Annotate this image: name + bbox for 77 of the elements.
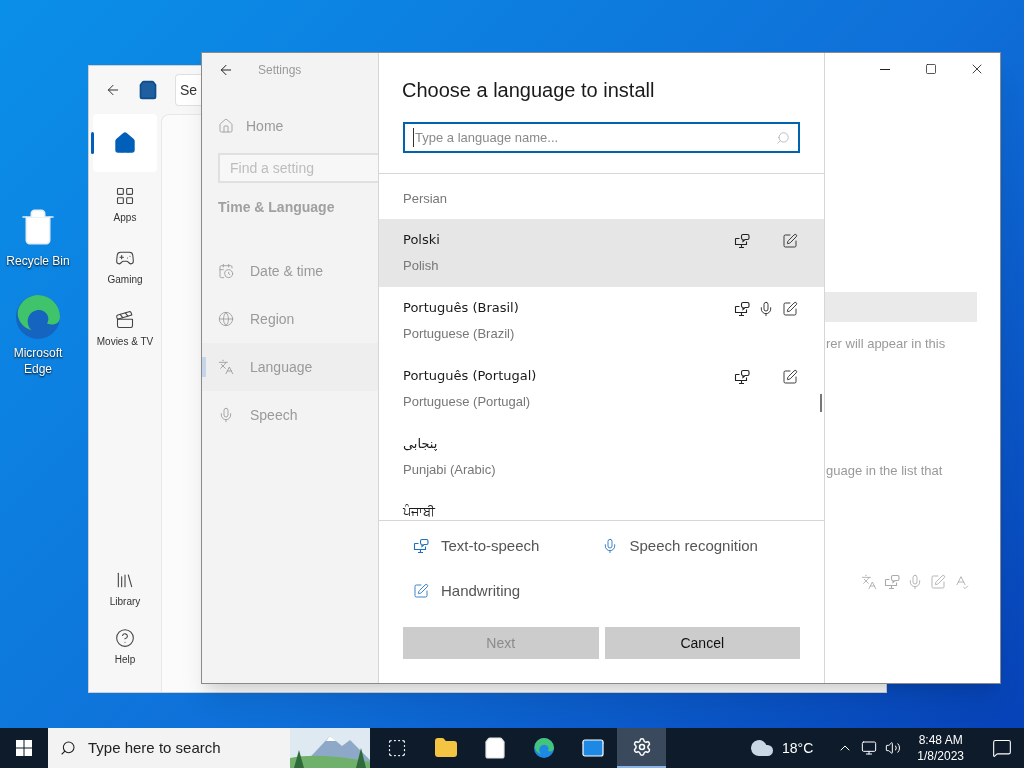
spell-check-icon — [953, 574, 969, 590]
clock[interactable]: 8:48 AM 1/8/2023 — [909, 732, 972, 764]
language-icon — [218, 359, 234, 375]
language-option[interactable]: ਪੰਜਾਬੀ — [379, 491, 824, 520]
nav-item[interactable]: Library — [93, 560, 157, 618]
legend-label: Text-to-speech — [441, 536, 540, 556]
language-native-name: پنجابی — [403, 435, 439, 452]
notifications-icon[interactable] — [992, 738, 1012, 758]
calendar-icon — [218, 263, 234, 279]
nav-item[interactable]: Gaming — [93, 238, 157, 296]
search-field[interactable]: Se — [175, 74, 201, 106]
edge-icon[interactable] — [531, 736, 556, 760]
volume-icon[interactable] — [885, 740, 902, 756]
language-native-name: Polski — [403, 231, 441, 248]
pen-icon — [930, 574, 946, 590]
description-text: guage in the list that — [825, 461, 944, 480]
weather-temperature: 18°C — [782, 739, 814, 758]
language-option[interactable]: Português (Portugal) Portuguese (Portugal) — [379, 355, 824, 423]
language-english-name: Persian — [403, 190, 449, 207]
pen-icon — [782, 233, 798, 249]
folder-icon[interactable] — [433, 736, 458, 760]
store-icon — [138, 80, 158, 100]
dialog-title: Choose a language to install — [401, 78, 656, 103]
search-icon — [776, 130, 790, 145]
text-to-speech-icon — [734, 233, 750, 249]
text-to-speech-icon — [734, 301, 750, 317]
microphone-icon — [758, 301, 774, 317]
language-english-name: Portuguese (Brazil) — [403, 325, 516, 342]
microphone-icon — [907, 574, 923, 590]
settings-icon[interactable] — [631, 737, 652, 757]
pen-icon — [782, 301, 798, 317]
legend-label: Speech recognition — [629, 536, 758, 556]
pen-icon — [782, 369, 798, 385]
section-heading: Time & Language — [218, 198, 336, 217]
language-icon — [861, 574, 877, 590]
task-view-icon[interactable] — [386, 738, 407, 758]
legend-label: Handwriting — [441, 580, 521, 601]
clapperboard-icon — [115, 309, 135, 330]
language-english-name: Polish — [403, 257, 440, 274]
home-icon — [218, 118, 234, 134]
store-icon[interactable] — [482, 736, 507, 760]
desktop-icon-label: Microsoft Edge — [12, 345, 64, 377]
home-icon — [113, 131, 137, 155]
text-to-speech-icon — [413, 538, 429, 555]
pen-icon — [413, 582, 429, 599]
microphone-icon — [218, 407, 234, 423]
nav-item[interactable]: Apps — [93, 176, 157, 234]
scrollbar-thumb[interactable] — [820, 394, 822, 412]
desktop-icon-label: Recycle Bin — [6, 253, 70, 269]
text-to-speech-icon — [734, 369, 750, 385]
globe-icon — [218, 311, 234, 327]
language-option[interactable]: Persian — [379, 174, 824, 219]
language-native-name: Português (Brasil) — [403, 299, 520, 316]
nav-item[interactable] — [93, 114, 157, 172]
nav-item[interactable]: Movies & TV — [93, 300, 157, 358]
language-search-field[interactable]: Type a language name... — [403, 122, 800, 153]
taskbar-app[interactable] — [617, 728, 666, 768]
language-english-name: Punjabi (Arabic) — [403, 461, 497, 478]
language-option[interactable]: Português (Brasil) Portuguese (Brazil) — [379, 287, 824, 355]
maximize-icon — [925, 63, 937, 75]
description-text: rer will appear in this — [825, 335, 947, 353]
help-icon — [115, 627, 135, 648]
mail-icon[interactable] — [580, 736, 605, 760]
network-icon[interactable] — [861, 740, 878, 756]
language-english-name: Portuguese (Portugal) — [403, 393, 532, 410]
language-native-name: Português (Portugal) — [403, 367, 538, 384]
apps-icon — [115, 185, 135, 206]
windows-icon — [16, 740, 32, 756]
minimize-icon — [880, 68, 890, 70]
search-icon — [60, 740, 76, 756]
language-option[interactable]: Polski Polish — [379, 219, 824, 287]
nav-item[interactable]: Help — [93, 618, 157, 676]
language-native-name: ਪੰਜਾਬੀ — [403, 503, 437, 520]
text-to-speech-icon — [884, 574, 900, 590]
cancel-button[interactable]: Cancel — [604, 627, 800, 659]
window-title: Settings — [258, 62, 302, 78]
taskbar-search-field[interactable]: Type here to search — [48, 728, 370, 768]
